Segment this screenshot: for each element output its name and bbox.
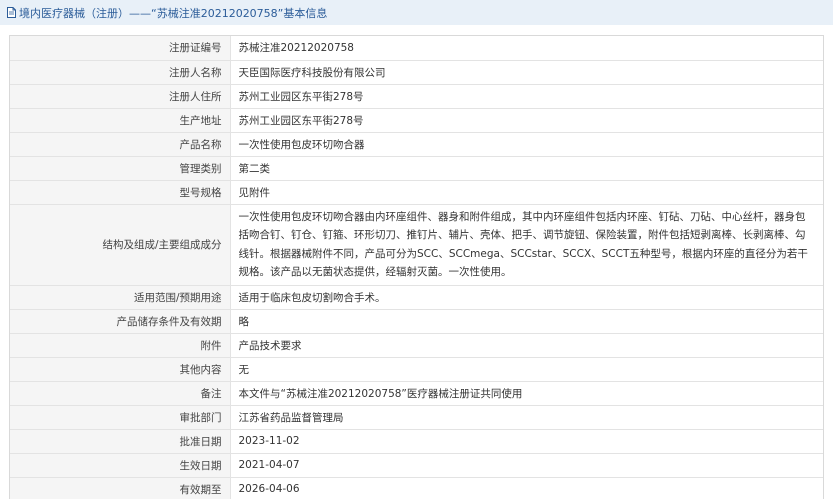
- row-label: 注册人名称: [10, 60, 231, 85]
- row-value: 无: [230, 357, 823, 382]
- row-value: 本文件与“苏械注准20212020758”医疗器械注册证共同使用: [230, 381, 823, 406]
- table-row: 生效日期 2021-04-07: [10, 453, 823, 478]
- table-row: 型号规格 见附件: [10, 180, 823, 205]
- row-value: 2021-04-07: [230, 453, 823, 478]
- row-label: 产品储存条件及有效期: [10, 309, 231, 334]
- info-table: 注册证编号 苏械注准20212020758 注册人名称 天臣国际医疗科技股份有限…: [10, 36, 823, 499]
- row-label: 生产地址: [10, 108, 231, 133]
- row-label: 注册证编号: [10, 36, 231, 61]
- row-value: 苏州工业园区东平街278号: [230, 84, 823, 109]
- row-value: 略: [230, 309, 823, 334]
- row-value: 2026-04-06: [230, 477, 823, 499]
- table-row: 结构及组成/主要组成成分 一次性使用包皮环切吻合器由内环座组件、器身和附件组成，…: [10, 204, 823, 286]
- row-label: 结构及组成/主要组成成分: [10, 204, 231, 286]
- table-row: 管理类别 第二类: [10, 156, 823, 181]
- table-row: 其他内容 无: [10, 357, 823, 382]
- table-row: 注册人住所 苏州工业园区东平街278号: [10, 84, 823, 109]
- row-value: 产品技术要求: [230, 333, 823, 358]
- row-label: 审批部门: [10, 405, 231, 430]
- row-label: 有效期至: [10, 477, 231, 499]
- document-icon: [7, 7, 16, 18]
- table-row: 有效期至 2026-04-06: [10, 477, 823, 499]
- row-label: 型号规格: [10, 180, 231, 205]
- table-row: 附件 产品技术要求: [10, 333, 823, 358]
- row-value: 苏州工业园区东平街278号: [230, 108, 823, 133]
- page-title: 境内医疗器械（注册）——“苏械注准20212020758”基本信息: [19, 6, 328, 20]
- row-label: 批准日期: [10, 429, 231, 454]
- row-label: 附件: [10, 333, 231, 358]
- row-label: 注册人住所: [10, 84, 231, 109]
- row-label: 生效日期: [10, 453, 231, 478]
- row-value: 见附件: [230, 180, 823, 205]
- row-value: 江苏省药品监督管理局: [230, 405, 823, 430]
- row-value: 第二类: [230, 156, 823, 181]
- row-label: 备注: [10, 381, 231, 406]
- row-label: 产品名称: [10, 132, 231, 157]
- table-row: 审批部门 江苏省药品监督管理局: [10, 405, 823, 430]
- table-row: 注册人名称 天臣国际医疗科技股份有限公司: [10, 60, 823, 85]
- row-value: 一次性使用包皮环切吻合器由内环座组件、器身和附件组成，其中内环座组件包括内环座、…: [230, 204, 823, 286]
- table-row: 生产地址 苏州工业园区东平街278号: [10, 108, 823, 133]
- table-row: 产品名称 一次性使用包皮环切吻合器: [10, 132, 823, 157]
- row-label: 适用范围/预期用途: [10, 285, 231, 310]
- table-row: 产品储存条件及有效期 略: [10, 309, 823, 334]
- table-row: 适用范围/预期用途 适用于临床包皮切割吻合手术。: [10, 285, 823, 310]
- info-panel: 注册证编号 苏械注准20212020758 注册人名称 天臣国际医疗科技股份有限…: [9, 35, 824, 499]
- row-value: 适用于临床包皮切割吻合手术。: [230, 285, 823, 310]
- table-row: 批准日期 2023-11-02: [10, 429, 823, 454]
- row-label: 其他内容: [10, 357, 231, 382]
- table-row: 注册证编号 苏械注准20212020758: [10, 36, 823, 61]
- row-value: 一次性使用包皮环切吻合器: [230, 132, 823, 157]
- row-value: 2023-11-02: [230, 429, 823, 454]
- row-label: 管理类别: [10, 156, 231, 181]
- table-row: 备注 本文件与“苏械注准20212020758”医疗器械注册证共同使用: [10, 381, 823, 406]
- page-header: 境内医疗器械（注册）——“苏械注准20212020758”基本信息: [0, 0, 833, 25]
- row-value: 苏械注准20212020758: [230, 36, 823, 61]
- row-value: 天臣国际医疗科技股份有限公司: [230, 60, 823, 85]
